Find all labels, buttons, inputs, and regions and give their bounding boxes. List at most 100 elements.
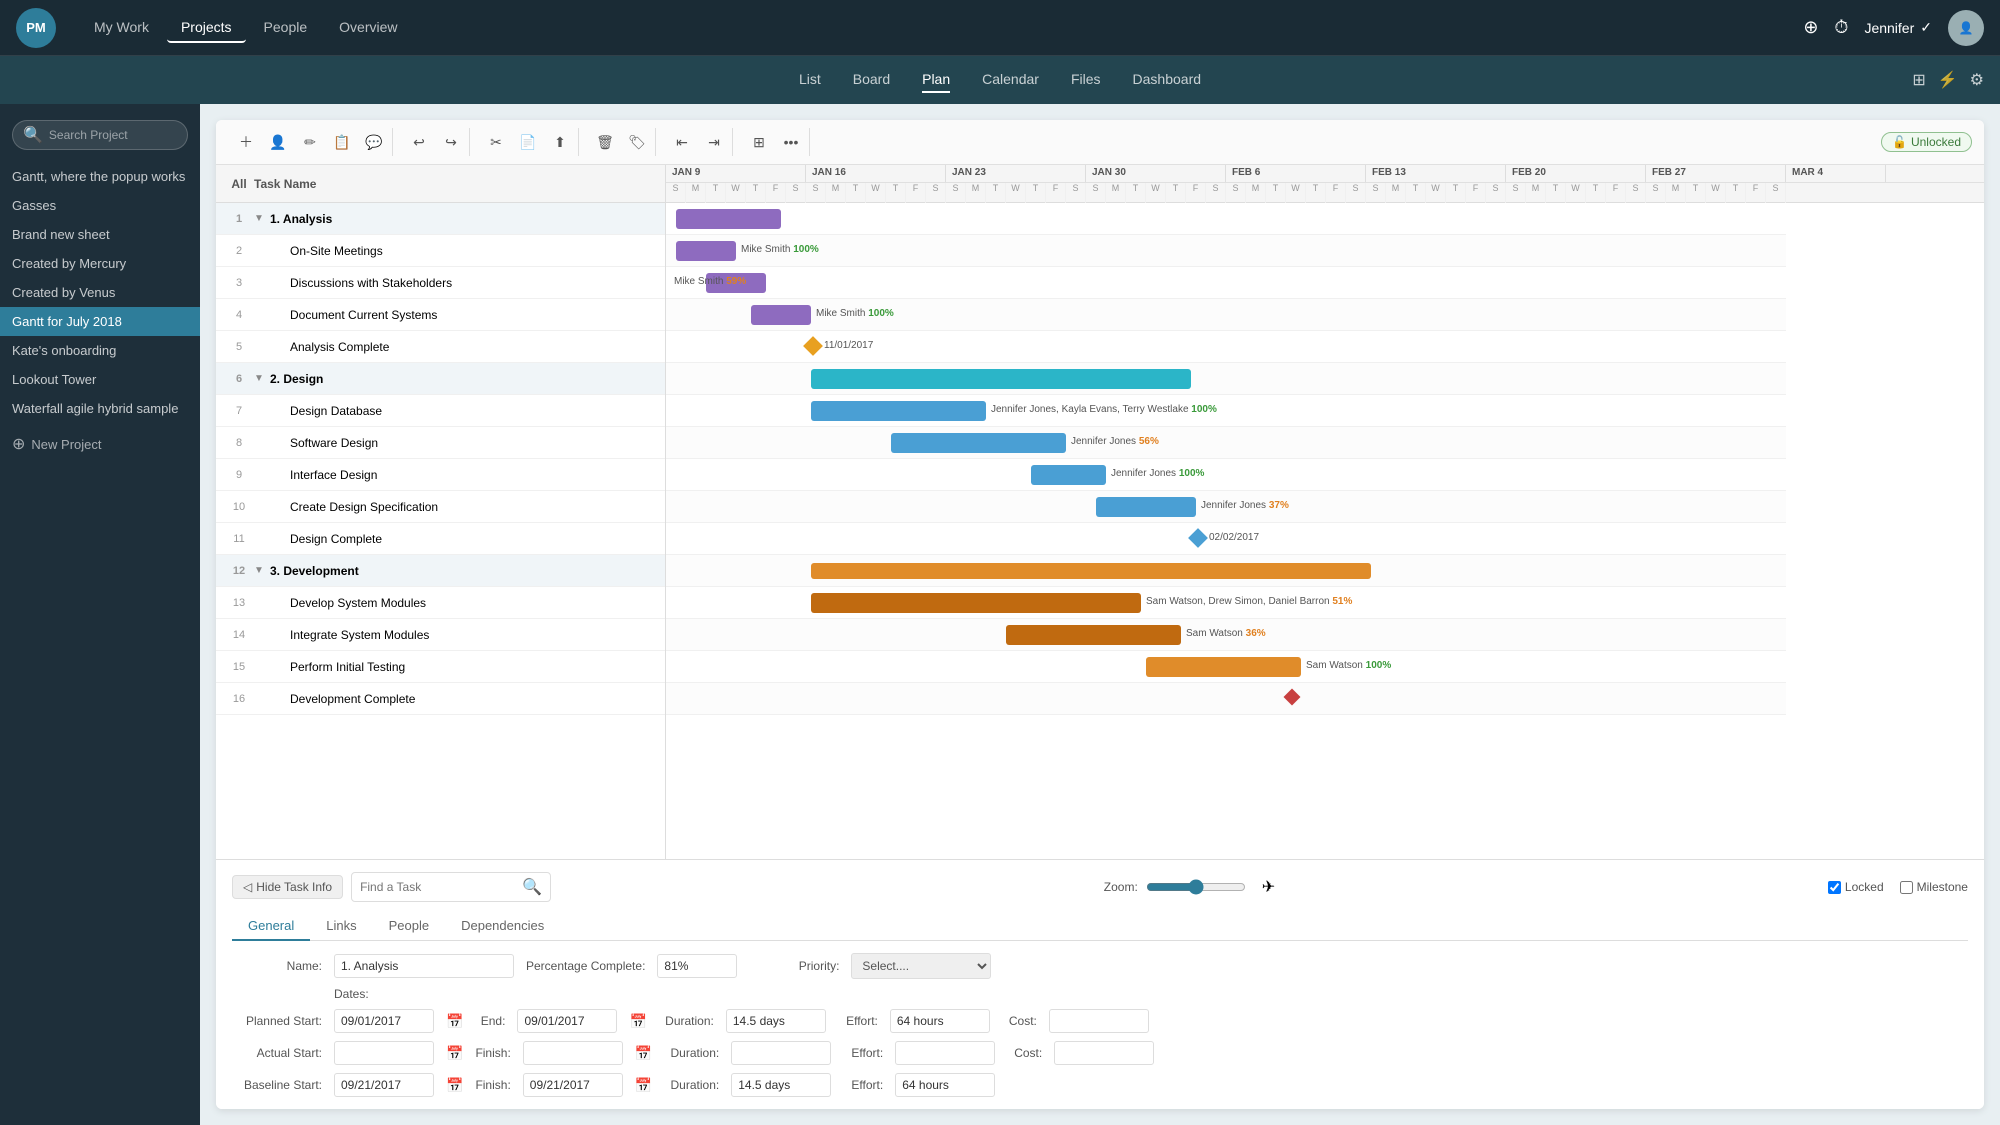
milestone-checkbox-label[interactable]: Milestone — [1900, 880, 1968, 894]
sidebar-item-july2018[interactable]: Gantt for July 2018 — [0, 307, 200, 336]
sidebar-item-waterfall[interactable]: Waterfall agile hybrid sample — [0, 394, 200, 423]
tab-files[interactable]: Files — [1071, 67, 1101, 93]
tab-calendar[interactable]: Calendar — [982, 67, 1039, 93]
sidebar-item-lookout[interactable]: Lookout Tower — [0, 365, 200, 394]
planned-effort-input[interactable] — [890, 1009, 990, 1033]
task-row[interactable]: 1 ▼ 1. Analysis — [216, 203, 665, 235]
baseline-finish-input[interactable] — [523, 1073, 623, 1097]
find-task-input[interactable] — [360, 880, 516, 894]
gantt-bar[interactable] — [676, 241, 736, 261]
delete-btn[interactable]: 🗑 — [591, 128, 619, 156]
planned-duration-input[interactable] — [726, 1009, 826, 1033]
planned-start-cal-icon[interactable]: 📅 — [446, 1013, 463, 1030]
sidebar-item-mercury[interactable]: Created by Mercury — [0, 249, 200, 278]
export-btn[interactable]: ⬆ — [546, 128, 574, 156]
outdent-btn[interactable]: ⇤ — [668, 128, 696, 156]
comment-btn[interactable]: 💬 — [360, 128, 388, 156]
nav-mywork[interactable]: My Work — [80, 13, 163, 43]
name-input[interactable] — [334, 954, 514, 978]
app-logo[interactable]: PM — [16, 8, 56, 48]
paste-btn[interactable]: 📄 — [514, 128, 542, 156]
task-row[interactable]: 2 On-Site Meetings — [216, 235, 665, 267]
task-row[interactable]: 4 Document Current Systems — [216, 299, 665, 331]
baseline-duration-input[interactable] — [731, 1073, 831, 1097]
zoom-slider[interactable] — [1146, 879, 1246, 895]
task-row[interactable]: 13 Develop System Modules — [216, 587, 665, 619]
gantt-bar[interactable] — [811, 401, 986, 421]
collapse-icon[interactable]: ▼ — [254, 213, 270, 224]
find-task-box[interactable]: 🔍 — [351, 872, 551, 902]
sidebar-item-gantt-popup[interactable]: Gantt, where the popup works — [0, 162, 200, 191]
gantt-bar[interactable] — [676, 209, 781, 229]
grid-view-btn[interactable]: ⊞ — [745, 128, 773, 156]
settings-icon[interactable]: ⚙ — [1970, 70, 1984, 90]
milestone-checkbox[interactable] — [1900, 881, 1913, 894]
planned-cost-input[interactable] — [1049, 1009, 1149, 1033]
redo-btn[interactable]: ↪ — [437, 128, 465, 156]
search-box[interactable]: 🔍 — [12, 120, 188, 150]
search-input[interactable] — [49, 128, 177, 142]
more-btn[interactable]: ••• — [777, 128, 805, 156]
gantt-bar[interactable] — [811, 369, 1191, 389]
new-project-btn[interactable]: ⊕ New Project — [0, 427, 200, 461]
task-row[interactable]: 3 Discussions with Stakeholders — [216, 267, 665, 299]
pct-input[interactable] — [657, 954, 737, 978]
nav-people[interactable]: People — [250, 13, 322, 43]
hide-task-info-btn[interactable]: ◁ Hide Task Info — [232, 875, 343, 899]
cut-btn[interactable]: ✂ — [482, 128, 510, 156]
add-task-btn[interactable]: ＋ — [232, 128, 260, 156]
gantt-bar[interactable] — [811, 593, 1141, 613]
task-row[interactable]: 16 Development Complete — [216, 683, 665, 715]
undo-btn[interactable]: ↩ — [405, 128, 433, 156]
planned-end-input[interactable] — [517, 1009, 617, 1033]
actual-cost-input[interactable] — [1054, 1041, 1154, 1065]
gantt-bar[interactable] — [1006, 625, 1181, 645]
actual-finish-input[interactable] — [523, 1041, 623, 1065]
baseline-effort-input[interactable] — [895, 1073, 995, 1097]
task-row[interactable]: 14 Integrate System Modules — [216, 619, 665, 651]
user-menu[interactable]: Jennifer ✓ — [1864, 19, 1932, 36]
actual-finish-cal-icon[interactable]: 📅 — [635, 1045, 652, 1062]
grid-icon[interactable]: ⊞ — [1912, 70, 1925, 90]
planned-start-input[interactable] — [334, 1009, 434, 1033]
actual-duration-input[interactable] — [731, 1041, 831, 1065]
indent-btn[interactable]: ⇥ — [700, 128, 728, 156]
task-row[interactable]: 10 Create Design Specification — [216, 491, 665, 523]
edit-btn[interactable]: ✏ — [296, 128, 324, 156]
task-row[interactable]: 9 Interface Design — [216, 459, 665, 491]
task-row[interactable]: 7 Design Database — [216, 395, 665, 427]
gantt-bar[interactable] — [1096, 497, 1196, 517]
actual-start-input[interactable] — [334, 1041, 434, 1065]
collapse-icon[interactable]: ▼ — [254, 373, 270, 384]
tab-dashboard[interactable]: Dashboard — [1133, 67, 1202, 93]
gantt-bar[interactable] — [751, 305, 811, 325]
baseline-finish-cal[interactable]: 📅 — [635, 1077, 652, 1094]
avatar[interactable]: 👤 — [1948, 10, 1984, 46]
baseline-start-input[interactable] — [334, 1073, 434, 1097]
tab-list[interactable]: List — [799, 67, 821, 93]
send-icon-btn[interactable]: ✈ — [1262, 877, 1275, 897]
gantt-chart[interactable]: JAN 9 JAN 16 JAN 23 JAN 30 FEB 6 FEB 13 … — [666, 165, 1984, 859]
tab-plan[interactable]: Plan — [922, 67, 950, 93]
task-row[interactable]: 6 ▼ 2. Design — [216, 363, 665, 395]
locked-checkbox[interactable] — [1828, 881, 1841, 894]
header-all[interactable]: All — [224, 177, 254, 191]
gantt-bar[interactable] — [1031, 465, 1106, 485]
actual-effort-input[interactable] — [895, 1041, 995, 1065]
assign-btn[interactable]: 👤 — [264, 128, 292, 156]
nav-overview[interactable]: Overview — [325, 13, 411, 43]
sidebar-item-kates[interactable]: Kate's onboarding — [0, 336, 200, 365]
tab-board[interactable]: Board — [853, 67, 890, 93]
priority-select[interactable]: Select.... High Medium Low — [851, 953, 991, 979]
locked-checkbox-label[interactable]: Locked — [1828, 880, 1884, 894]
notification-icon[interactable]: ⏱ — [1834, 17, 1848, 38]
actual-start-cal-icon[interactable]: 📅 — [446, 1045, 463, 1062]
planned-end-cal-icon[interactable]: 📅 — [629, 1013, 646, 1030]
gantt-bar[interactable] — [1146, 657, 1301, 677]
sidebar-item-brand-new[interactable]: Brand new sheet — [0, 220, 200, 249]
add-icon[interactable]: ⊕ — [1803, 17, 1818, 38]
task-row[interactable]: 11 Design Complete — [216, 523, 665, 555]
gantt-bar[interactable] — [811, 563, 1371, 579]
gantt-bar[interactable] — [891, 433, 1066, 453]
task-row[interactable]: 12 ▼ 3. Development — [216, 555, 665, 587]
